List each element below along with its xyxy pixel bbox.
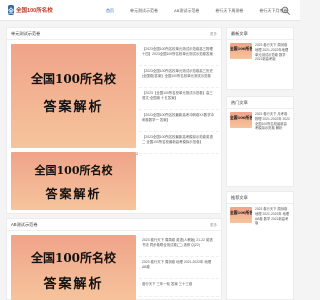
sidebar-title: 推荐文章 bbox=[227, 192, 293, 204]
thumb-text: 全国100所名校 bbox=[230, 115, 252, 120]
top-bar: 全 全国100所名校 首页 单元测试示范卷 AB测试示范卷 卷行天下周测卷 卷行… bbox=[0, 0, 300, 21]
list-item[interactable]: 【2023【全国100所名校单元测试示范卷】高三语文·全国卷 十五答案】 bbox=[139, 88, 219, 110]
ab-test-panel: AB测试示范卷 更多 全国100所名校 答案解析 2023 卷行天下 周周卷 英… bbox=[6, 218, 222, 300]
page-indicator: 1 bbox=[136, 152, 138, 156]
more-link[interactable]: 更多 bbox=[210, 32, 217, 37]
sidebar-text: 2023 卷行天下 周测卷 地理 2021-2022年 地理 AB卷 数学 20… bbox=[255, 207, 290, 226]
logo-badge: 全 bbox=[8, 5, 15, 15]
image-title: 全国100所名校 bbox=[30, 72, 117, 86]
image-title: 全国100所名校 bbox=[34, 164, 113, 177]
sidebar-title: 热门文章 bbox=[227, 97, 293, 109]
sidebar-thumb: 全国100所名校 bbox=[230, 112, 252, 128]
image-subtitle: 答案解析 bbox=[43, 277, 104, 292]
nav-ab-test[interactable]: AB测试示范卷 bbox=[174, 8, 199, 14]
sidebar-item[interactable]: 全国100所名校 2023 卷行天下 周测卷 地理 2021-2022年地理单元… bbox=[227, 40, 293, 65]
sidebar-text: 2023 卷行天下 月考卷 物理 2021-2022年 2022 全国100所名… bbox=[255, 112, 290, 131]
panel-title: 单元测试示范卷 bbox=[7, 28, 221, 40]
list-item[interactable]: 2023 卷行天下 周周卷 英语(人教版) 21-22 英语 书法 同步卷联合测… bbox=[139, 235, 219, 257]
search-icon[interactable] bbox=[281, 6, 291, 16]
nav-unit-test[interactable]: 单元测试示范卷 bbox=[130, 8, 158, 14]
list-item[interactable]: 卷行天下 三年一轮 答案 三十三卷 bbox=[139, 279, 219, 297]
unit-test-panel: 单元测试示范卷 更多 全国100所名校 答案解析 【2023全国100所名校单元… bbox=[6, 27, 222, 214]
featured-image[interactable]: 全国100所名校 答案解析 bbox=[11, 44, 136, 148]
sidebar-text: 2023 卷行天下 周测卷 地理 2021-2022年地理单元测试示范卷 数学 … bbox=[255, 43, 289, 62]
image-subtitle: 答案解析 bbox=[43, 100, 104, 115]
sidebar-latest: 最新文章 全国100所名校 2023 卷行天下 周测卷 地理 2021-2022… bbox=[226, 27, 294, 90]
thumb-text: 全国100所名校 bbox=[230, 210, 252, 215]
list-item[interactable]: 【2023全国100所名校最新高考冲刺卷XX数学冲刺卷数学一 答案】 bbox=[139, 110, 219, 132]
featured-image[interactable]: 全国100所名校 答案解析 bbox=[11, 235, 136, 300]
list-item[interactable]: 2023 卷行天下 周测卷 地理 2021-2022年 地理 AB卷 bbox=[139, 257, 219, 279]
sidebar-hot: 热门文章 全国100所名校 2023 卷行天下 月考卷 物理 2021-2022… bbox=[226, 96, 294, 187]
image-subtitle: 答案解析 bbox=[45, 187, 102, 201]
list-item[interactable]: 【2023全国100所名校最新高考模拟示范卷英语二 全国100所名校最新高考模拟… bbox=[139, 132, 219, 154]
sidebar-title: 最新文章 bbox=[227, 28, 293, 40]
panel-title: AB测试示范卷 bbox=[7, 219, 221, 231]
nav-home[interactable]: 首页 bbox=[106, 8, 114, 14]
nav-weekly-test[interactable]: 卷行天下周测卷 bbox=[215, 8, 243, 14]
main-nav: 首页 单元测试示范卷 AB测试示范卷 卷行天下周测卷 卷行天下月考卷 bbox=[106, 0, 303, 21]
sidebar-item[interactable]: 全国100所名校 2023 卷行天下 月考卷 物理 2021-2022年 202… bbox=[227, 109, 293, 134]
list-item[interactable]: 【2023全国100所名校单元测试示范卷高三物理十四】2023全国100所名校单… bbox=[139, 44, 219, 66]
thumb-text: 全国100所名校 bbox=[230, 46, 252, 51]
sidebar-item[interactable]: 全国100所名校 2023 卷行天下 周测卷 地理 2021-2022年 地理 … bbox=[227, 204, 293, 229]
site-logo[interactable]: 全 全国100所名校 bbox=[8, 4, 53, 16]
more-link[interactable]: 更多 bbox=[210, 223, 217, 228]
sidebar-thumb: 全国100所名校 bbox=[230, 43, 252, 59]
sidebar-thumb: 全国100所名校 bbox=[230, 207, 252, 223]
logo-text: 全国100所名校 bbox=[16, 8, 53, 14]
sidebar-recommended: 推荐文章 全国100所名校 2023 卷行天下 周测卷 地理 2021-2022… bbox=[226, 191, 294, 300]
image-title: 全国100所名校 bbox=[30, 251, 117, 265]
list-item[interactable]: 【2023全国100所名校单元测试示范卷高三历史(全国卷)答案】全国100所名校… bbox=[139, 66, 219, 88]
article-list: 【2023全国100所名校单元测试示范卷高三物理十四】2023全国100所名校单… bbox=[139, 44, 219, 154]
featured-image-lower[interactable]: 全国100所名校 答案解析 bbox=[11, 152, 136, 210]
article-list: 2023 卷行天下 周周卷 英语(人教版) 21-22 英语 书法 同步卷联合测… bbox=[139, 235, 219, 297]
